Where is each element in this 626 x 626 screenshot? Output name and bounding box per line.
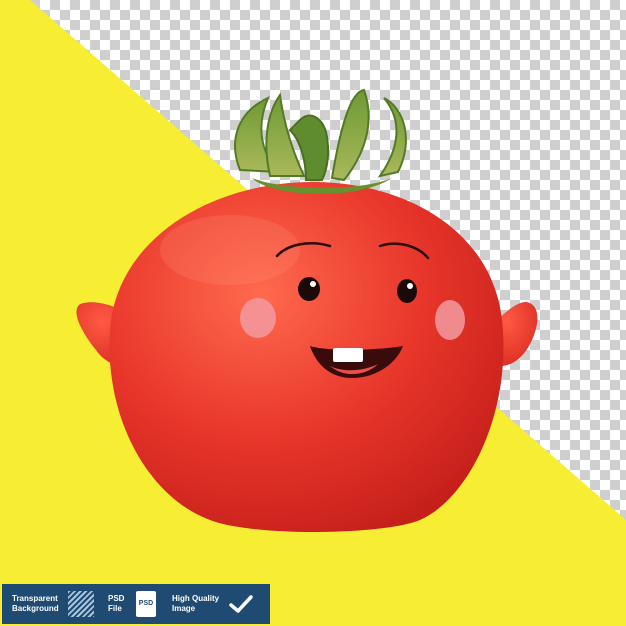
stripes-icon xyxy=(68,591,94,617)
psd-label-line1: PSD xyxy=(108,594,125,603)
hq-label-line2: Image xyxy=(172,604,196,613)
tooth xyxy=(333,348,363,362)
right-cheek xyxy=(435,300,465,340)
psd-label-line2: File xyxy=(108,604,122,613)
high-quality-label: High Quality Image xyxy=(172,594,228,614)
psd-file-badge: PSD File PSD xyxy=(108,591,172,617)
feature-badge-bar: Transparent Background PSD File PSD High… xyxy=(2,584,270,624)
image-canvas: Transparent Background PSD File PSD High… xyxy=(0,0,626,626)
transparent-background-label: Transparent Background xyxy=(12,594,68,614)
transparent-label-line2: Background xyxy=(12,604,59,613)
psd-file-icon: PSD xyxy=(136,591,156,617)
hq-label-line1: High Quality xyxy=(172,594,220,603)
left-cheek xyxy=(240,298,276,338)
transparent-background-badge: Transparent Background xyxy=(12,591,108,617)
psd-file-label: PSD File xyxy=(108,594,136,614)
high-quality-badge: High Quality Image xyxy=(172,591,254,617)
body-highlight xyxy=(160,215,300,285)
left-eye xyxy=(298,277,320,301)
right-eye xyxy=(397,279,417,303)
checkmark-icon xyxy=(228,591,254,617)
stem-leaves xyxy=(234,88,407,194)
tomato-illustration xyxy=(0,0,626,626)
transparent-label-line1: Transparent xyxy=(12,594,58,603)
